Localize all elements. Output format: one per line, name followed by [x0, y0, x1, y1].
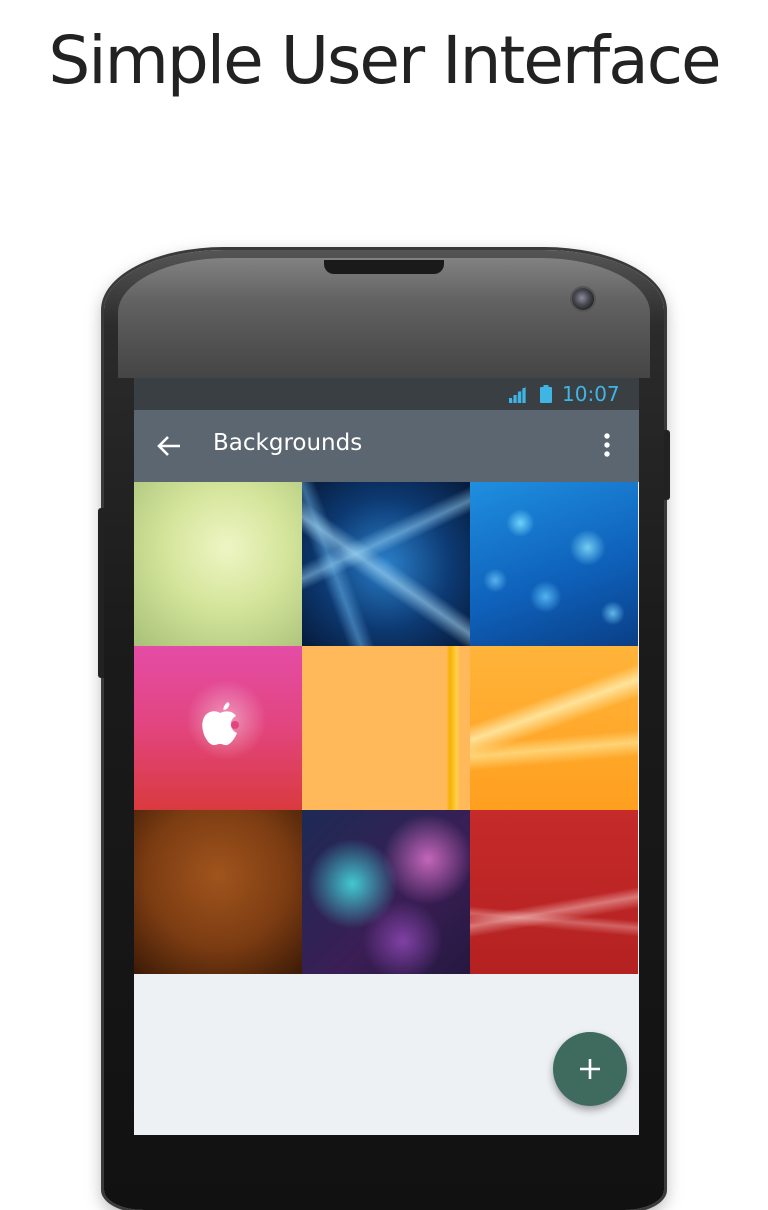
status-time: 10:07 [562, 382, 620, 406]
wallpaper-tile-brown-pattern[interactable] [134, 810, 302, 974]
wallpaper-grid [134, 482, 639, 974]
arrow-back-icon[interactable] [156, 434, 182, 458]
wallpaper-tile-orange-waves[interactable] [470, 646, 638, 810]
phone-glare [118, 258, 650, 378]
add-wallpaper-button[interactable] [553, 1032, 627, 1106]
wallpaper-tile-blue-bokeh[interactable] [470, 482, 638, 646]
app-bar: Backgrounds [134, 410, 639, 482]
status-bar: 10:07 [134, 378, 639, 410]
wallpaper-tile-green-texture[interactable] [134, 482, 302, 646]
wallpaper-tile-red-waves[interactable] [470, 810, 638, 974]
wallpaper-tile-blue-fractal[interactable] [302, 482, 470, 646]
wallpaper-tile-pink-apple-sparkle[interactable] [134, 646, 302, 810]
front-camera-icon [572, 288, 594, 310]
phone-screen: 10:07 Backgrounds [134, 378, 639, 1135]
earpiece-speaker [324, 260, 444, 274]
wallpaper-tile-colorful-stars[interactable] [302, 810, 470, 974]
wallpaper-tile-orange-solid[interactable] [302, 646, 470, 810]
power-button [664, 430, 670, 500]
more-vert-icon[interactable] [596, 432, 618, 460]
page-headline: Simple User Interface [48, 22, 721, 99]
plus-icon [580, 1059, 600, 1079]
signal-icon [509, 386, 526, 403]
battery-icon [540, 385, 552, 403]
volume-button [98, 508, 104, 678]
apple-logo-icon [202, 702, 239, 746]
app-bar-title: Backgrounds [213, 430, 363, 456]
